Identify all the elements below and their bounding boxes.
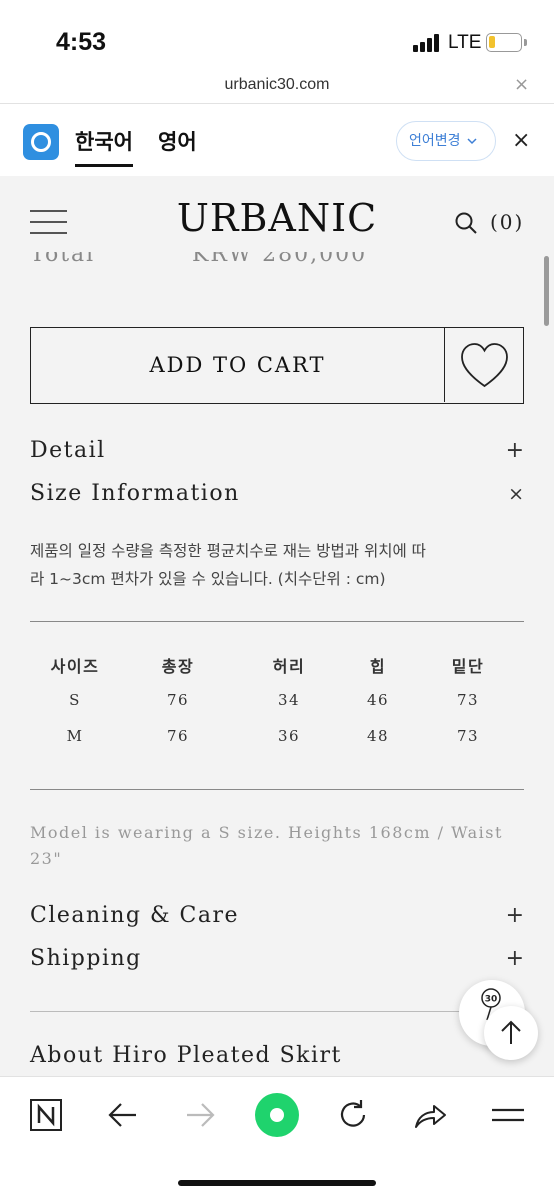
accordion-size-label: Size Information bbox=[30, 481, 240, 506]
table-cell: 34 bbox=[277, 691, 301, 709]
translate-logo-icon bbox=[23, 124, 59, 160]
table-cell: 73 bbox=[456, 691, 480, 709]
tab-english[interactable]: 영어 bbox=[158, 126, 197, 156]
table-header: 사이즈 bbox=[50, 657, 100, 676]
tab-korean[interactable]: 한국어 bbox=[75, 126, 133, 167]
status-bar: 4:53 LTE bbox=[0, 0, 554, 72]
size-description: 제품의 일정 수량을 측정한 평균치수로 재는 방법과 위치에 따 라 1~3c… bbox=[30, 537, 524, 593]
scrollbar[interactable] bbox=[544, 256, 549, 326]
search-icon[interactable] bbox=[455, 212, 477, 234]
table-cell: 36 bbox=[277, 727, 301, 745]
naver-n-icon[interactable] bbox=[26, 1095, 66, 1135]
table-header: 힙 bbox=[369, 657, 387, 676]
battery-icon bbox=[486, 33, 522, 52]
accordion-detail[interactable]: Detail + bbox=[30, 438, 524, 466]
table-cell: 76 bbox=[166, 691, 190, 709]
size-description-line-1: 제품의 일정 수량을 측정한 평균치수로 재는 방법과 위치에 따 bbox=[30, 542, 426, 560]
cart-count[interactable]: (0) bbox=[490, 210, 524, 234]
wishlist-button[interactable] bbox=[446, 328, 523, 402]
plus-icon: + bbox=[505, 903, 524, 928]
badge-30-text: 30 bbox=[485, 995, 498, 1005]
refresh-icon[interactable] bbox=[333, 1095, 373, 1135]
total-value: KRW 280,000 bbox=[192, 252, 368, 267]
about-product-label: About Hiro Pleated Skirt bbox=[30, 1043, 342, 1068]
menu-icon[interactable] bbox=[488, 1095, 528, 1135]
accordion-cleaning-label: Cleaning & Care bbox=[30, 903, 240, 928]
accordion-cleaning-care[interactable]: Cleaning & Care + bbox=[30, 903, 524, 931]
accordion-shipping-label: Shipping bbox=[30, 946, 142, 971]
add-to-cart-button[interactable]: ADD TO CART bbox=[31, 328, 445, 402]
table-cell: S bbox=[69, 691, 81, 709]
back-arrow-icon[interactable] bbox=[103, 1095, 143, 1135]
total-label: Total bbox=[30, 252, 96, 267]
close-icon[interactable]: × bbox=[514, 74, 529, 95]
language-change-label: 언어변경 bbox=[409, 133, 461, 149]
heart-icon bbox=[461, 343, 508, 388]
url-text: urbanic30.com bbox=[224, 76, 330, 93]
divider bbox=[30, 789, 524, 790]
share-icon[interactable] bbox=[410, 1095, 450, 1135]
cart-actions: ADD TO CART bbox=[30, 327, 524, 404]
site-header: URBANIC (0) bbox=[0, 176, 554, 264]
table-cell: 46 bbox=[366, 691, 390, 709]
green-dot-home-icon[interactable] bbox=[254, 1092, 300, 1138]
close-icon: × bbox=[508, 483, 524, 505]
close-translate-button[interactable]: × bbox=[512, 128, 530, 153]
table-cell: 76 bbox=[166, 727, 190, 745]
language-change-button[interactable]: 언어변경 bbox=[396, 121, 496, 161]
table-header: 총장 bbox=[161, 657, 195, 676]
accordion-detail-label: Detail bbox=[30, 438, 106, 463]
about-product-heading[interactable]: About Hiro Pleated Skirt bbox=[30, 1043, 524, 1071]
size-description-line-2: 라 1~3cm 편차가 있을 수 있습니다. (치수단위 : cm) bbox=[30, 570, 386, 588]
url-bar[interactable]: urbanic30.com × bbox=[0, 72, 554, 104]
table-cell: 48 bbox=[366, 727, 390, 745]
accordion-size-information[interactable]: Size Information × bbox=[30, 481, 524, 509]
table-cell: M bbox=[66, 727, 84, 745]
forward-arrow-icon bbox=[187, 1103, 215, 1127]
divider bbox=[30, 1011, 524, 1012]
model-note: Model is wearing a S size. Heights 168cm… bbox=[30, 823, 503, 868]
divider bbox=[30, 621, 524, 622]
chevron-down-icon bbox=[467, 138, 477, 145]
table-header: 허리 bbox=[272, 657, 306, 676]
plus-icon: + bbox=[505, 946, 524, 971]
network-type: LTE bbox=[448, 32, 482, 53]
table-header: 밑단 bbox=[451, 657, 485, 676]
status-time: 4:53 bbox=[56, 28, 107, 56]
translate-bar: 한국어 영어 언어변경 × bbox=[0, 104, 554, 176]
arrow-up-icon bbox=[501, 1020, 521, 1044]
accordion-shipping[interactable]: Shipping + bbox=[30, 946, 524, 974]
table-cell: 73 bbox=[456, 727, 480, 745]
total-row: Total KRW 280,000 bbox=[30, 252, 530, 276]
plus-icon: + bbox=[505, 438, 524, 463]
home-indicator bbox=[178, 1180, 376, 1186]
signal-icon bbox=[413, 34, 443, 52]
scroll-to-top-button[interactable] bbox=[484, 1006, 538, 1060]
